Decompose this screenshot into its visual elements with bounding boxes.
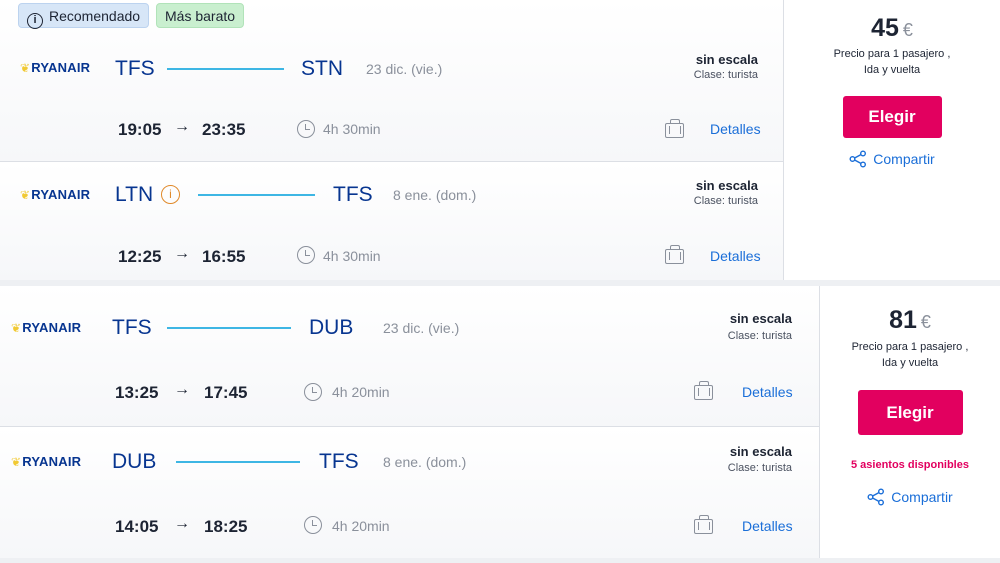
price-panel: 81 € Precio para 1 pasajero , Ida y vuelt… bbox=[819, 286, 1000, 558]
arrival-time: 17:45 bbox=[204, 383, 248, 402]
stops-label: sin escala bbox=[695, 178, 758, 193]
flight-duration: 4h 20min bbox=[332, 384, 390, 400]
share-button[interactable]: Compartir bbox=[784, 150, 1000, 168]
flight-duration: 4h 30min bbox=[323, 248, 381, 264]
arrival-time: 23:35 bbox=[202, 120, 246, 139]
clock-icon bbox=[304, 383, 322, 401]
flight-offer-card: i Recomendado Más barato ❦RYANAIR TFS STN… bbox=[0, 0, 1000, 280]
destination-airport: DUB bbox=[309, 316, 354, 339]
origin-airport: TFS bbox=[112, 316, 152, 339]
harp-icon: ❦ bbox=[11, 321, 22, 335]
arrow-right-icon: → bbox=[174, 245, 190, 262]
arrow-right-icon: → bbox=[174, 118, 190, 135]
trip-type: Ida y vuelta bbox=[863, 64, 921, 76]
details-link[interactable]: Detalles bbox=[742, 518, 793, 534]
seats-available: 5 asientos disponibles bbox=[851, 459, 969, 471]
stops-label: sin escala bbox=[695, 52, 758, 67]
share-button[interactable]: Compartir bbox=[820, 488, 1000, 506]
choose-button[interactable]: Elegir bbox=[857, 390, 963, 435]
harp-icon: ❦ bbox=[20, 61, 31, 75]
route-line bbox=[198, 194, 315, 196]
arrival-time: 16:55 bbox=[202, 247, 246, 266]
cabin-class: Clase: turista bbox=[693, 69, 758, 81]
destination-airport: TFS bbox=[319, 450, 359, 473]
departure-time: 19:05 bbox=[118, 120, 162, 139]
flight-segment: ❦RYANAIR DUB TFS 8 ene. (dom.) sin escal… bbox=[0, 426, 819, 558]
price: 45 € bbox=[871, 14, 913, 42]
clock-icon bbox=[304, 516, 322, 534]
flight-date: 8 ene. (dom.) bbox=[393, 187, 477, 203]
route-line bbox=[167, 68, 284, 70]
price: 81 € bbox=[889, 306, 931, 334]
flight-date: 23 dic. (vie.) bbox=[366, 61, 443, 77]
origin-airport: LTN bbox=[115, 183, 154, 206]
cheapest-badge: Más barato bbox=[156, 3, 245, 28]
cabin-class: Clase: turista bbox=[693, 195, 758, 207]
departure-time: 14:05 bbox=[115, 517, 159, 536]
harp-icon: ❦ bbox=[11, 455, 22, 469]
origin-airport: TFS bbox=[115, 57, 155, 80]
share-icon bbox=[867, 488, 885, 506]
cabin-class: Clase: turista bbox=[727, 462, 792, 474]
warning-info-icon[interactable]: i bbox=[161, 185, 180, 204]
harp-icon: ❦ bbox=[20, 188, 31, 202]
flight-segment: i Recomendado Más barato ❦RYANAIR TFS STN… bbox=[0, 0, 783, 161]
clock-icon bbox=[297, 246, 315, 264]
departure-time: 13:25 bbox=[115, 383, 159, 402]
info-icon: i bbox=[27, 13, 43, 29]
flight-segment: ❦RYANAIR LTN i TFS 8 ene. (dom.) sin esc… bbox=[0, 161, 783, 280]
flight-date: 8 ene. (dom.) bbox=[383, 454, 467, 470]
luggage-icon bbox=[665, 119, 684, 138]
origin-airport: DUB bbox=[112, 450, 157, 473]
share-icon bbox=[849, 150, 867, 168]
airline-logo: ❦RYANAIR bbox=[20, 60, 91, 75]
luggage-icon bbox=[694, 381, 713, 400]
arrow-right-icon: → bbox=[174, 515, 190, 532]
trip-type: Ida y vuelta bbox=[881, 357, 939, 369]
airline-logo: ❦RYANAIR bbox=[20, 187, 91, 202]
route-line bbox=[176, 461, 300, 463]
clock-icon bbox=[297, 120, 315, 138]
price-note: Precio para 1 pasajero , bbox=[851, 341, 969, 353]
flight-duration: 4h 20min bbox=[332, 518, 390, 534]
departure-time: 12:25 bbox=[118, 247, 162, 266]
details-link[interactable]: Detalles bbox=[710, 121, 761, 137]
choose-button[interactable]: Elegir bbox=[842, 96, 942, 138]
luggage-icon bbox=[665, 245, 684, 264]
recommended-badge: i Recomendado bbox=[18, 3, 150, 29]
flight-offer-card: ❦RYANAIR TFS DUB 23 dic. (vie.) sin esca… bbox=[0, 286, 1000, 558]
destination-airport: TFS bbox=[333, 183, 373, 206]
flight-duration: 4h 30min bbox=[323, 121, 381, 137]
price-note: Precio para 1 pasajero , bbox=[833, 48, 951, 60]
flight-segment: ❦RYANAIR TFS DUB 23 dic. (vie.) sin esca… bbox=[0, 286, 819, 426]
cabin-class: Clase: turista bbox=[727, 330, 792, 342]
flight-date: 23 dic. (vie.) bbox=[383, 320, 460, 336]
airline-logo: ❦RYANAIR bbox=[11, 320, 82, 335]
route-line bbox=[167, 327, 291, 329]
details-link[interactable]: Detalles bbox=[742, 384, 793, 400]
luggage-icon bbox=[694, 515, 713, 534]
airline-logo: ❦RYANAIR bbox=[11, 454, 82, 469]
price-panel: 45 € Precio para 1 pasajero , Ida y vuelt… bbox=[783, 0, 1000, 280]
stops-label: sin escala bbox=[729, 311, 792, 326]
arrow-right-icon: → bbox=[174, 381, 190, 398]
details-link[interactable]: Detalles bbox=[710, 248, 761, 264]
stops-label: sin escala bbox=[729, 444, 792, 459]
destination-airport: STN bbox=[301, 57, 343, 80]
arrival-time: 18:25 bbox=[204, 517, 248, 536]
